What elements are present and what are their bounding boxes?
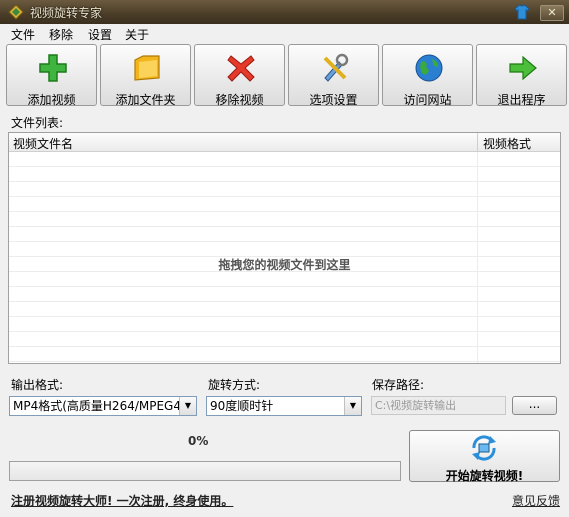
- save-path-field[interactable]: C:\视频旋转输出: [371, 396, 506, 415]
- output-format-select[interactable]: MP4格式(高质量H264/MPEG4) ▼: [9, 396, 197, 416]
- progress-bar: [9, 461, 401, 481]
- drop-hint: 拖拽您的视频文件到这里: [218, 258, 351, 272]
- menu-settings[interactable]: 设置: [88, 26, 112, 43]
- output-format-value: MP4格式(高质量H264/MPEG4): [13, 399, 186, 413]
- menu-about[interactable]: 关于: [125, 26, 149, 43]
- add-folder-button[interactable]: 添加文件夹: [100, 44, 191, 107]
- options-button[interactable]: 选项设置: [288, 44, 379, 107]
- skin-shirt-icon[interactable]: [514, 4, 530, 20]
- exit-arrow-icon: [509, 55, 537, 81]
- window-title: 视频旋转专家: [30, 6, 103, 20]
- progress-percent: 0%: [188, 434, 209, 448]
- close-button[interactable]: ✕: [540, 5, 564, 21]
- add-folder-label: 添加文件夹: [115, 93, 176, 107]
- remove-video-button[interactable]: 移除视频: [194, 44, 285, 107]
- file-list-label: 文件列表:: [11, 116, 64, 130]
- file-list-body[interactable]: 拖拽您的视频文件到这里: [9, 152, 560, 363]
- feedback-link[interactable]: 意见反馈: [512, 492, 560, 509]
- chevron-down-icon[interactable]: ▼: [344, 397, 361, 415]
- delete-x-icon: [227, 55, 255, 82]
- start-rotate-label: 开始旋转视频!: [445, 469, 524, 483]
- remove-video-label: 移除视频: [215, 93, 264, 107]
- column-header-filename[interactable]: 视频文件名: [13, 135, 73, 152]
- file-list-header: 视频文件名 视频格式: [9, 133, 560, 152]
- rotate-film-icon: [472, 435, 496, 461]
- menu-file[interactable]: 文件: [11, 26, 35, 43]
- file-list[interactable]: 视频文件名 视频格式 拖拽您的视频文件到这里: [8, 132, 561, 364]
- toolbar: 添加视频 添加文件夹 移除视频 选项设置 访问网站 退出程序: [4, 44, 569, 108]
- browse-button[interactable]: ...: [512, 396, 557, 415]
- start-rotate-button[interactable]: 开始旋转视频!: [409, 430, 560, 483]
- rotation-value: 90度顺时针: [210, 399, 274, 413]
- title-bar[interactable]: 视频旋转专家 ✕: [0, 0, 569, 24]
- tools-icon: [323, 53, 349, 82]
- column-separator[interactable]: [477, 133, 478, 151]
- visit-website-label: 访问网站: [403, 93, 452, 107]
- column-header-format[interactable]: 视频格式: [483, 135, 531, 152]
- rotation-label: 旋转方式:: [208, 378, 261, 392]
- menu-bar: 文件 移除 设置 关于: [0, 24, 569, 44]
- output-format-label: 输出格式:: [11, 378, 64, 392]
- app-window: 视频旋转专家 ✕ 文件 移除 设置 关于 添加视频 添加文件夹 移除视频 选项设…: [0, 0, 569, 517]
- app-logo-icon: [8, 4, 24, 20]
- menu-remove[interactable]: 移除: [49, 26, 73, 43]
- exit-button[interactable]: 退出程序: [476, 44, 567, 107]
- plus-icon: [39, 54, 67, 82]
- add-video-label: 添加视频: [27, 93, 76, 107]
- rotation-select[interactable]: 90度顺时针 ▼: [206, 396, 362, 416]
- save-path-label: 保存路径:: [372, 378, 425, 392]
- visit-website-button[interactable]: 访问网站: [382, 44, 473, 107]
- exit-label: 退出程序: [497, 93, 546, 107]
- chevron-down-icon[interactable]: ▼: [179, 397, 196, 415]
- options-label: 选项设置: [309, 93, 358, 107]
- folder-icon: [134, 55, 160, 81]
- register-link[interactable]: 注册视频旋转大师! 一次注册, 终身使用。: [11, 492, 233, 509]
- globe-icon: [415, 54, 443, 82]
- add-video-button[interactable]: 添加视频: [6, 44, 97, 107]
